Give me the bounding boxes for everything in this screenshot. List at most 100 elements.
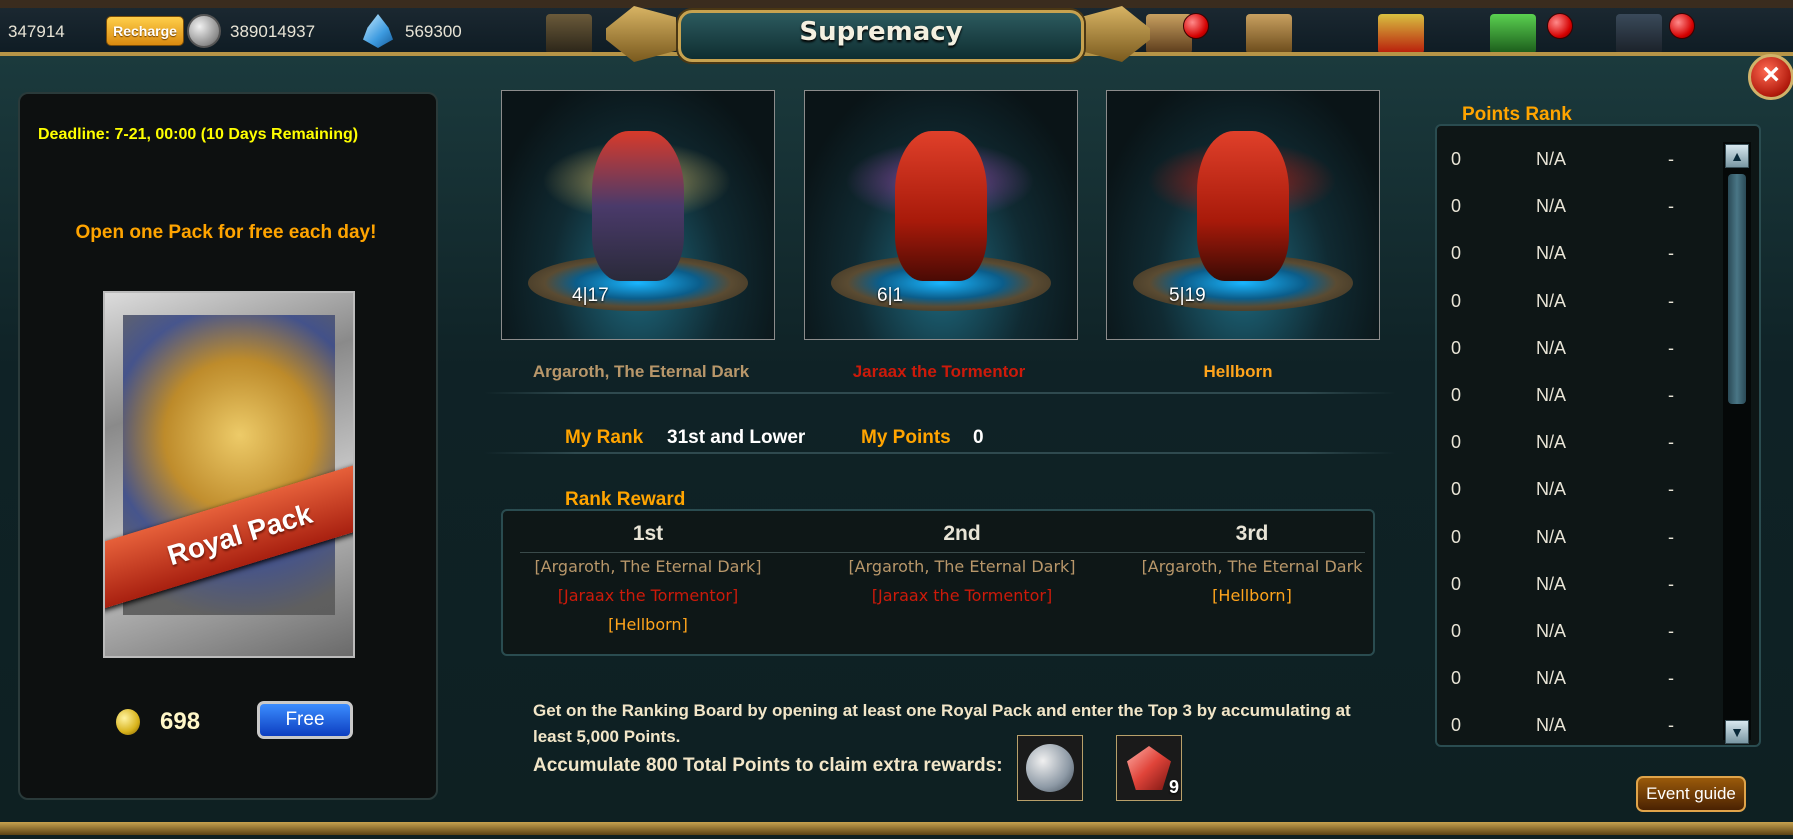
quest-menu-icon[interactable] (1246, 14, 1292, 54)
boss-name-argaroth: Argaroth, The Eternal Dark (532, 362, 750, 381)
my-rank-label: My Rank (565, 427, 644, 448)
points-rank-points: - (1668, 479, 1674, 500)
ranking-instructions: Get on the Ranking Board by opening at l… (533, 701, 1351, 746)
points-rank-name: N/A (1536, 149, 1567, 169)
castle-menu-icon[interactable] (546, 14, 592, 54)
points-rank-points: - (1668, 196, 1674, 217)
points-rank-name: N/A (1536, 715, 1567, 736)
points-rank-rank: 0 (1451, 668, 1462, 689)
boss-card-argaroth[interactable]: 4|17 (501, 90, 775, 340)
reward-column-2nd: 2nd [Argaroth, The Eternal Dark] [Jaraax… (812, 522, 1112, 610)
free-pack-promo: Open one Pack for free each day! (75, 222, 377, 243)
points-rank-points: - (1668, 621, 1674, 641)
scroll-up-icon: ▲ (1730, 148, 1744, 164)
reward-item[interactable]: [Hellborn] (498, 610, 798, 639)
extra-reward-text: Accumulate 800 Total Points to claim ext… (533, 755, 1003, 776)
points-rank-name: N/A (1536, 668, 1567, 689)
points-rank-rank: 0 (1451, 432, 1462, 453)
extra-reward-gem[interactable]: 9 (1116, 735, 1182, 801)
crystal-amount: 569300 (405, 22, 462, 41)
points-rank-name: N/A (1536, 432, 1567, 453)
points-rank-points: - (1668, 526, 1674, 547)
close-button[interactable]: × (1748, 54, 1793, 100)
frame-bottom-edge (0, 822, 1793, 835)
reward-item[interactable]: [Jaraax the Tormentor] (498, 581, 798, 610)
points-rank-name: N/A (1536, 337, 1567, 358)
silver-amount: 389014937 (230, 22, 316, 41)
scroll-thumb[interactable] (1728, 174, 1746, 404)
points-rank-name: N/A (1536, 196, 1567, 217)
points-rank-rank: 0 (1451, 573, 1462, 594)
scroll-up-button[interactable]: ▲ (1725, 144, 1749, 168)
points-rank-row: 0 N/A - (1451, 149, 1691, 179)
points-rank-rank: 0 (1451, 196, 1462, 217)
resource-counter: 347914 (8, 22, 65, 41)
reward-place: 1st (632, 522, 664, 545)
ranking-menu-icon[interactable] (1378, 14, 1424, 54)
points-rank-rank: 0 (1451, 337, 1462, 358)
points-rank-name: N/A (1536, 479, 1567, 500)
points-rank-row: 0 N/A - (1451, 243, 1691, 273)
points-rank-row: 0 N/A - (1451, 621, 1691, 651)
points-rank-row: 0 N/A - (1451, 715, 1691, 745)
points-rank-points: - (1668, 432, 1674, 453)
points-rank-points: - (1668, 243, 1674, 264)
points-rank-row: 0 N/A - (1451, 668, 1691, 698)
reward-item[interactable]: [Hellborn] (1127, 581, 1377, 610)
boss-count: 6|1 (877, 285, 904, 306)
points-rank-points: - (1668, 573, 1674, 594)
recharge-button[interactable]: Recharge (106, 16, 184, 46)
reward-item[interactable]: [Argaroth, The Eternal Dark (1127, 552, 1377, 581)
royal-pack-image[interactable]: Royal Pack (103, 291, 355, 658)
points-rank-rank: 0 (1451, 715, 1462, 736)
my-points-label: My Points (861, 427, 951, 448)
points-rank-name: N/A (1536, 526, 1567, 547)
red-gem-icon (1127, 746, 1171, 790)
pack-cost: 698 (160, 708, 201, 735)
boss-card-jaraax[interactable]: 6|1 (804, 90, 1078, 340)
points-rank-rank: 0 (1451, 479, 1462, 500)
boss-name-jaraax: Jaraax the Tormentor (852, 362, 1026, 381)
deadline-text: Deadline: 7-21, 00:00 (10 Days Remaining… (38, 126, 359, 143)
points-rank-points: - (1668, 385, 1674, 405)
points-rank-row: 0 N/A - (1451, 338, 1691, 368)
notification-dot-icon (1669, 13, 1695, 39)
scroll-down-icon: ▼ (1730, 724, 1744, 740)
points-rank-title: Points Rank (1462, 104, 1572, 125)
arena-menu-icon[interactable] (1616, 14, 1662, 54)
points-rank-row: 0 N/A - (1451, 291, 1691, 321)
reward-place: 3rd (1235, 522, 1269, 545)
extra-reward-silver[interactable] (1017, 735, 1083, 801)
points-rank-row: 0 N/A - (1451, 385, 1691, 415)
boss-figure (592, 131, 684, 281)
reward-column-1st: 1st [Argaroth, The Eternal Dark] [Jaraax… (498, 522, 798, 639)
reward-item[interactable]: [Argaroth, The Eternal Dark] (812, 552, 1112, 581)
boss-card-hellborn[interactable]: 5|19 (1106, 90, 1380, 340)
points-rank-row: 0 N/A - (1451, 574, 1691, 604)
notification-dot-icon (1547, 13, 1573, 39)
points-rank-row: 0 N/A - (1451, 196, 1691, 226)
points-rank-row: 0 N/A - (1451, 432, 1691, 462)
reward-item[interactable]: [Jaraax the Tormentor] (812, 581, 1112, 610)
boss-count: 5|19 (1169, 285, 1206, 306)
free-open-button[interactable]: Free (257, 701, 353, 739)
boss-count: 4|17 (572, 285, 609, 306)
gem-menu-icon[interactable] (1490, 14, 1536, 54)
points-rank-points: - (1668, 715, 1674, 736)
scroll-down-button[interactable]: ▼ (1725, 720, 1749, 744)
boss-name-hellborn: Hellborn (1203, 362, 1273, 381)
close-icon: × (1762, 58, 1780, 91)
boss-figure (1197, 131, 1289, 281)
points-rank-rank: 0 (1451, 290, 1462, 311)
reward-quantity: 9 (1168, 777, 1179, 797)
points-rank-name: N/A (1536, 573, 1567, 594)
points-rank-name: N/A (1536, 290, 1567, 311)
window-title: Supremacy (799, 17, 963, 47)
boss-figure (895, 131, 987, 281)
points-rank-rank: 0 (1451, 149, 1462, 169)
reward-item[interactable]: [Argaroth, The Eternal Dark] (498, 552, 798, 581)
my-rank-value: 31st and Lower (667, 427, 806, 448)
top-strip (0, 0, 1793, 8)
points-rank-rank: 0 (1451, 243, 1462, 264)
event-guide-button[interactable]: Event guide (1636, 776, 1746, 812)
